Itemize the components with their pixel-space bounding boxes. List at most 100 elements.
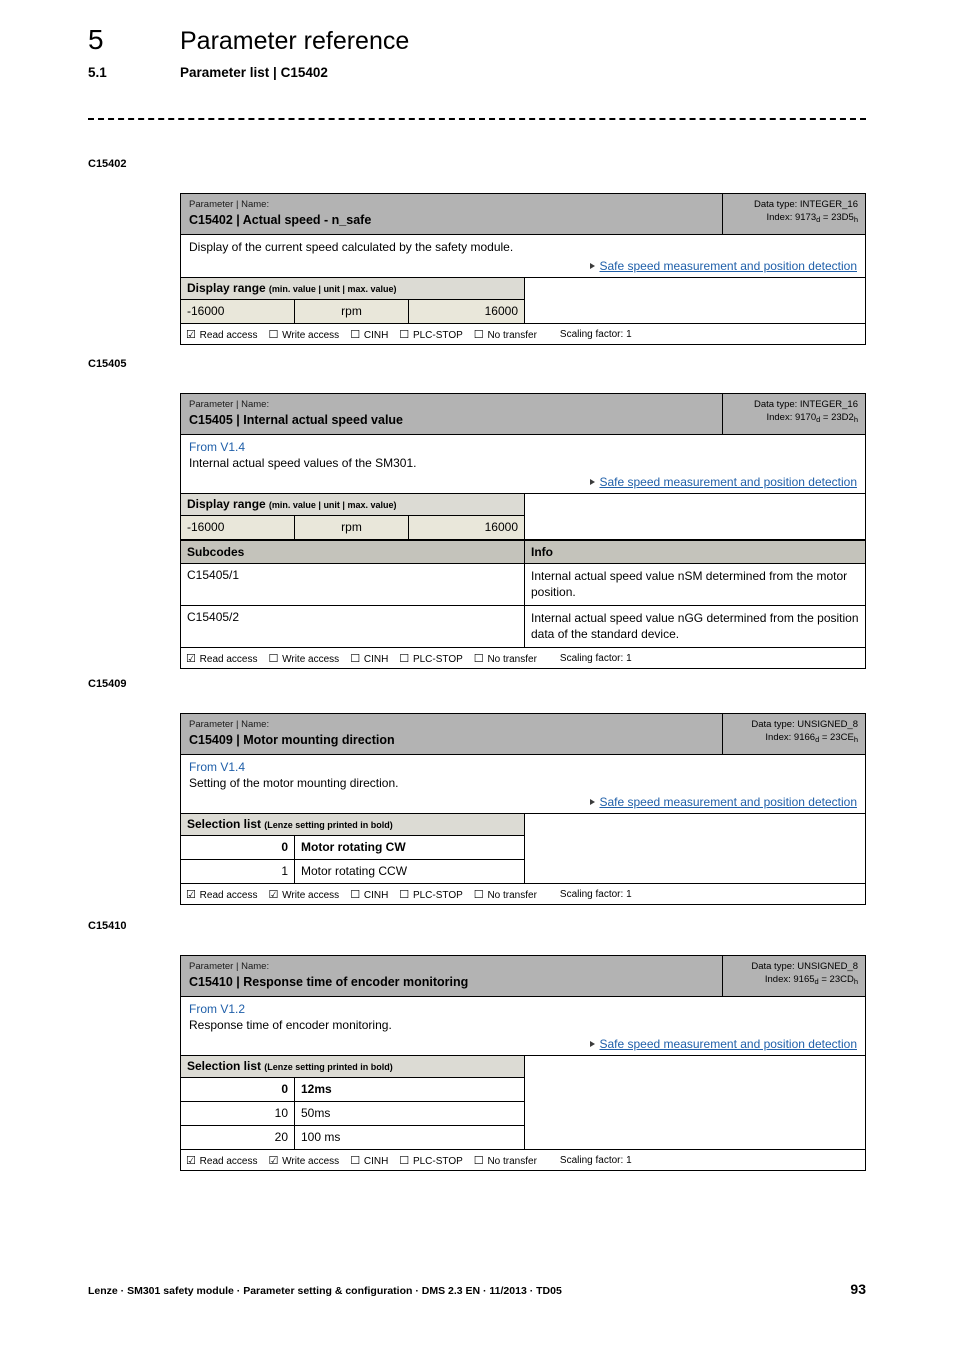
access-plc-stop-label: PLC-STOP: [412, 653, 463, 665]
parameter-kicker: Parameter | Name:: [189, 199, 270, 210]
parameter-description-block: Display of the current speed calculated …: [181, 235, 865, 278]
selection-option-value: 1: [181, 860, 295, 883]
parameter-body-right: [525, 494, 865, 539]
parameter-table-c15409: Parameter | Name: C15409 | Motor mounting…: [180, 713, 866, 905]
access-no-transfer: ☐ No transfer: [474, 888, 537, 901]
checked-box-icon: ☑: [268, 1153, 279, 1167]
footer-imprint: Lenze · SM301 safety module · Parameter …: [88, 1285, 562, 1297]
selection-option[interactable]: 0 12ms: [181, 1078, 524, 1102]
subcode-info: Internal actual speed value nSM determin…: [531, 569, 848, 599]
unchecked-box-icon: ☐: [399, 327, 410, 341]
parameter-body-left: Selection list (Lenze setting printed in…: [181, 1056, 525, 1149]
cross-reference-link[interactable]: Safe speed measurement and position dete…: [599, 795, 857, 809]
selection-option-value: 0: [181, 1078, 295, 1101]
scaling-factor: Scaling factor: 1: [559, 888, 632, 900]
page-footer: Lenze · SM301 safety module · Parameter …: [88, 1281, 866, 1297]
selection-list-bar: Selection list (Lenze setting printed in…: [181, 1056, 524, 1078]
display-range-bar: Display range (min. value | unit | max. …: [181, 278, 524, 300]
parameter-body-split: Display range (min. value | unit | max. …: [181, 494, 865, 540]
parameter-body-split: Selection list (Lenze setting printed in…: [181, 814, 865, 884]
display-range-min: -16000: [181, 516, 295, 539]
parameter-title-cell: Parameter | Name: C15410 | Response time …: [181, 956, 723, 996]
parameter-kicker: Parameter | Name:: [189, 399, 270, 410]
access-plc-stop-label: PLC-STOP: [412, 889, 463, 901]
selection-option[interactable]: 20 100 ms: [181, 1126, 524, 1149]
triangle-right-icon: [590, 799, 596, 805]
access-row: ☑ Read access ☐ Write access ☐ CINH ☐ PLC-S…: [181, 324, 865, 344]
margin-label-c15410: C15410: [88, 920, 127, 932]
access-cinh: ☐ CINH: [350, 1154, 388, 1167]
access-no-transfer-label: No transfer: [487, 889, 537, 901]
checked-box-icon: ☑: [186, 651, 196, 665]
access-cinh: ☐ CINH: [350, 652, 388, 665]
selection-list-title: Selection list: [187, 1059, 262, 1073]
parameter-index: Index: 9173d = 23D5h: [766, 212, 858, 224]
parameter-index: Index: 9166d = 23CEh: [765, 732, 858, 744]
parameter-title-band: Parameter | Name: C15410 | Response time …: [181, 956, 865, 997]
section-number: 5.1: [88, 65, 107, 80]
parameter-table-c15410: Parameter | Name: C15410 | Response time …: [180, 955, 866, 1171]
access-write-label: Write access: [282, 329, 340, 341]
margin-label-c15405: C15405: [88, 358, 127, 370]
access-write: ☐ Write access: [268, 328, 339, 341]
parameter-description-block: From V1.4 Setting of the motor mounting d…: [181, 755, 865, 814]
parameter-body-split: Display range (min. value | unit | max. …: [181, 278, 865, 324]
selection-option[interactable]: 1 Motor rotating CCW: [181, 860, 524, 883]
parameter-title: C15409 | Motor mounting direction: [189, 733, 395, 747]
unchecked-box-icon: ☐: [399, 651, 410, 665]
parameter-body-left: Display range (min. value | unit | max. …: [181, 278, 525, 323]
access-row: ☑ Read access ☑ Write access ☐ CINH ☐ PLC-S…: [181, 884, 865, 904]
from-version-label: From V1.4: [189, 760, 246, 774]
access-plc-stop: ☐ PLC-STOP: [399, 1154, 463, 1167]
subcodes-header: Subcodes: [181, 541, 525, 563]
access-no-transfer: ☐ No transfer: [474, 652, 537, 665]
parameter-meta-cell: Data type: UNSIGNED_8 Index: 9166d = 23CE…: [723, 714, 865, 754]
display-range-values: -16000 rpm 16000: [181, 300, 524, 323]
subcode-row: C15405/1 Internal actual speed value nSM …: [181, 564, 865, 606]
selection-option[interactable]: 0 Motor rotating CW: [181, 836, 524, 860]
subcodes-header-row: Subcodes Info: [181, 540, 865, 564]
unchecked-box-icon: ☐: [473, 651, 484, 665]
display-range-title: Display range: [187, 497, 266, 511]
parameter-kicker: Parameter | Name:: [189, 719, 270, 730]
parameter-body-right: [525, 1056, 865, 1149]
access-no-transfer: ☐ No transfer: [474, 328, 537, 341]
display-range-max: 16000: [484, 304, 518, 318]
cross-reference-link[interactable]: Safe speed measurement and position dete…: [599, 259, 857, 273]
selection-option-value: 10: [181, 1102, 295, 1125]
unchecked-box-icon: ☐: [268, 327, 279, 341]
access-no-transfer-label: No transfer: [487, 653, 537, 665]
access-read: ☑ Read access: [186, 888, 257, 901]
parameter-description-block: From V1.2 Response time of encoder monito…: [181, 997, 865, 1056]
unchecked-box-icon: ☐: [268, 651, 279, 665]
unchecked-box-icon: ☐: [399, 1153, 410, 1167]
access-no-transfer-label: No transfer: [487, 1155, 537, 1167]
unchecked-box-icon: ☐: [473, 887, 484, 901]
parameter-description: Display of the current speed calculated …: [189, 240, 514, 254]
unchecked-box-icon: ☐: [350, 651, 361, 665]
display-range-max: 16000: [484, 520, 518, 534]
selection-list-title: Selection list: [187, 817, 262, 831]
access-write-label: Write access: [282, 653, 340, 665]
access-cinh: ☐ CINH: [350, 328, 388, 341]
parameter-body-left: Selection list (Lenze setting printed in…: [181, 814, 525, 883]
cross-reference-link[interactable]: Safe speed measurement and position dete…: [599, 1037, 857, 1051]
parameter-data-type: Data type: INTEGER_16: [753, 399, 858, 410]
cross-reference-link[interactable]: Safe speed measurement and position dete…: [599, 475, 857, 489]
access-write-label: Write access: [282, 889, 340, 901]
cross-reference-line: Safe speed measurement and position dete…: [189, 475, 857, 489]
display-range-min: -16000: [181, 300, 295, 323]
access-cinh-label: CINH: [363, 889, 389, 901]
section-title: Parameter list | C15402: [180, 65, 328, 80]
access-read-label: Read access: [199, 653, 258, 665]
display-range-subtitle: (min. value | unit | max. value): [268, 284, 397, 294]
selection-option-value: 0: [181, 836, 295, 859]
unchecked-box-icon: ☐: [350, 1153, 361, 1167]
parameter-body-right: [525, 814, 865, 883]
checked-box-icon: ☑: [268, 887, 279, 901]
selection-option[interactable]: 10 50ms: [181, 1102, 524, 1126]
parameter-data-type: Data type: UNSIGNED_8: [751, 719, 858, 730]
parameter-body-left: Display range (min. value | unit | max. …: [181, 494, 525, 539]
parameter-title: C15405 | Internal actual speed value: [189, 413, 404, 427]
checked-box-icon: ☑: [186, 887, 196, 901]
